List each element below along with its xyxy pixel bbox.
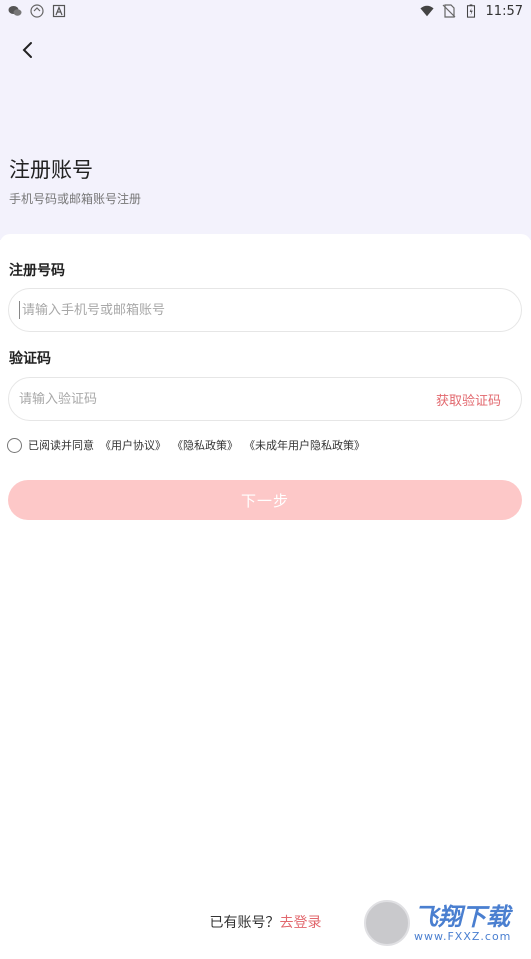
- account-label: 注册号码: [9, 263, 65, 279]
- next-button[interactable]: 下一步: [8, 480, 522, 520]
- agreement-row: 已阅读并同意 《用户协议》 《隐私政策》 《未成年用户隐私政策》: [7, 437, 365, 453]
- watermark: 飞翔下载 www.FXXZ.com: [364, 898, 524, 948]
- login-link[interactable]: 去登录: [280, 915, 322, 931]
- back-button[interactable]: [14, 36, 42, 64]
- status-right: 11:57: [419, 3, 523, 19]
- watermark-logo-icon: [364, 900, 410, 946]
- get-code-button[interactable]: 获取验证码: [436, 390, 501, 409]
- notification-icon: [30, 4, 44, 18]
- watermark-url: www.FXXZ.com: [414, 929, 512, 943]
- status-left: [8, 4, 66, 18]
- code-field[interactable]: 获取验证码: [8, 377, 522, 421]
- have-account-text: 已有账号？: [209, 915, 280, 931]
- form-card: [0, 234, 531, 959]
- agreement-prefix: 已阅读并同意: [28, 439, 94, 452]
- chevron-left-icon: [22, 42, 32, 58]
- page-title: 注册账号: [9, 158, 93, 182]
- page-subtitle: 手机号码或邮箱账号注册: [9, 192, 142, 206]
- agreement-checkbox[interactable]: [7, 437, 22, 453]
- status-time: 11:57: [485, 3, 523, 19]
- privacy-policy-link[interactable]: 《隐私政策》: [172, 437, 238, 453]
- status-bar: 11:57: [0, 0, 531, 22]
- user-agreement-link[interactable]: 《用户协议》: [100, 437, 166, 453]
- no-sim-icon: [442, 4, 455, 18]
- account-input[interactable]: [22, 302, 501, 318]
- battery-icon: [466, 4, 475, 18]
- wifi-icon: [419, 5, 434, 17]
- code-label: 验证码: [9, 351, 51, 367]
- account-field[interactable]: [8, 288, 522, 332]
- minor-privacy-policy-link[interactable]: 《未成年用户隐私政策》: [244, 437, 365, 453]
- app-icon: [52, 4, 66, 18]
- code-input[interactable]: [19, 391, 436, 407]
- watermark-text: 飞翔下载 www.FXXZ.com: [414, 904, 511, 943]
- wechat-icon: [8, 6, 22, 16]
- text-caret: [19, 301, 20, 319]
- watermark-title: 飞翔下载: [414, 902, 510, 931]
